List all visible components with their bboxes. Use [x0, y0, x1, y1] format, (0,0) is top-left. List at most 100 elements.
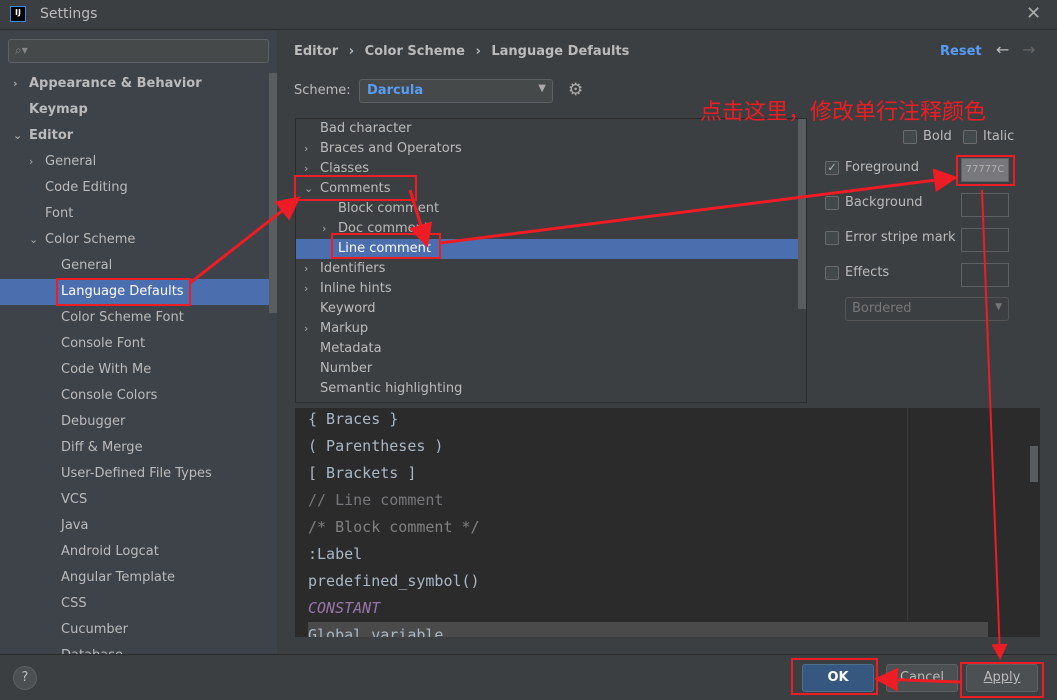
sidebar-item-label: User-Defined File Types	[61, 466, 212, 481]
effects-color-swatch[interactable]	[961, 263, 1009, 287]
tree-item[interactable]: › Inline hints	[296, 279, 806, 299]
tree-item-label: Metadata	[320, 341, 382, 356]
code-preview[interactable]: { Braces } ( Parentheses ) [ Brackets ] // …	[295, 408, 1040, 637]
sidebar-item[interactable]: Cucumber	[0, 617, 269, 643]
preview-line: /* Block comment */	[308, 518, 480, 536]
sidebar-item-label: VCS	[61, 492, 88, 507]
chevron-right-icon[interactable]: ›	[304, 259, 308, 279]
dialog-footer: ? OK Cancel Apply	[0, 654, 1057, 700]
sidebar-item[interactable]: User-Defined File Types	[0, 461, 269, 487]
sidebar-item[interactable]: Color Scheme Font	[0, 305, 269, 331]
back-arrow-icon[interactable]: ←	[996, 40, 1009, 59]
title-bar: IJ Settings ✕	[0, 0, 1057, 30]
error-stripe-label: Error stripe mark	[845, 230, 956, 245]
chevron-right-icon[interactable]: ›	[304, 139, 308, 159]
tree-item[interactable]: › Doc comment	[296, 219, 806, 239]
tree-item-label: Line comment	[338, 241, 431, 256]
chevron-right-icon: ›	[475, 44, 481, 59]
breadcrumb-item[interactable]: Color Scheme	[365, 44, 465, 59]
sidebar-item[interactable]: CSS	[0, 591, 269, 617]
sidebar-item-label: General	[61, 258, 113, 273]
foreground-checkbox[interactable]: ✓	[825, 161, 839, 175]
sidebar-item[interactable]: Java	[0, 513, 269, 539]
close-icon[interactable]: ✕	[1026, 3, 1041, 24]
sidebar-item[interactable]: General	[0, 253, 269, 279]
tree-item-label: Semantic highlighting	[320, 381, 463, 396]
chevron-right-icon[interactable]: ›	[13, 71, 18, 97]
tree-item-label: Comments	[320, 181, 391, 196]
ok-button[interactable]: OK	[802, 664, 874, 692]
error-stripe-checkbox[interactable]	[825, 231, 839, 245]
chevron-right-icon[interactable]: ›	[304, 279, 308, 299]
chevron-down-icon[interactable]: ⌄	[29, 227, 38, 253]
sidebar-item[interactable]: Font	[0, 201, 269, 227]
foreground-color-swatch[interactable]: 77777C	[961, 158, 1009, 182]
background-checkbox[interactable]	[825, 196, 839, 210]
tree-item[interactable]: › Markup	[296, 319, 806, 339]
preview-line: CONSTANT	[308, 599, 381, 617]
sidebar-item-label: Keymap	[29, 102, 88, 117]
sidebar-scrollbar[interactable]	[269, 73, 277, 313]
tree-scrollbar[interactable]	[798, 119, 806, 309]
tree-item[interactable]: › Braces and Operators	[296, 139, 806, 159]
tree-item-label: Block comment	[338, 201, 440, 216]
chevron-down-icon[interactable]: ⌄	[304, 179, 313, 199]
tree-item[interactable]: › Identifiers	[296, 259, 806, 279]
sidebar-item-label: Cucumber	[61, 622, 128, 637]
bold-checkbox[interactable]	[903, 130, 917, 144]
tree-item[interactable]: Number	[296, 359, 806, 379]
sidebar-item-label: Language Defaults	[61, 284, 184, 299]
preview-scrollbar[interactable]	[1030, 446, 1038, 482]
sidebar-item[interactable]: Console Font	[0, 331, 269, 357]
tree-item[interactable]: ⌄ Comments	[296, 179, 806, 199]
chevron-right-icon[interactable]: ›	[304, 159, 308, 179]
sidebar-item[interactable]: › General	[0, 149, 269, 175]
background-color-swatch[interactable]	[961, 193, 1009, 217]
chevron-down-icon[interactable]: ⌄	[13, 123, 22, 149]
tree-item[interactable]: Line comment	[296, 239, 806, 259]
sidebar-item[interactable]: Debugger	[0, 409, 269, 435]
breadcrumb-item: Language Defaults	[491, 44, 630, 59]
sidebar-item[interactable]: Angular Template	[0, 565, 269, 591]
sidebar-item-label: Color Scheme Font	[61, 310, 184, 325]
scheme-label: Scheme:	[294, 83, 351, 98]
tree-item[interactable]: › Classes	[296, 159, 806, 179]
tree-item[interactable]: Keyword	[296, 299, 806, 319]
scheme-dropdown[interactable]: Darcula ▼	[359, 79, 553, 103]
sidebar-item[interactable]: Console Colors	[0, 383, 269, 409]
gear-icon[interactable]: ⚙	[568, 80, 583, 100]
tree-item[interactable]: Semantic highlighting	[296, 379, 806, 399]
chevron-right-icon[interactable]: ›	[29, 149, 33, 175]
sidebar-item[interactable]: ⌄ Editor	[0, 123, 269, 149]
effects-checkbox[interactable]	[825, 266, 839, 280]
effect-type-dropdown[interactable]: Bordered ▼	[845, 297, 1009, 321]
preview-line: // Line comment	[308, 491, 444, 509]
sidebar-item[interactable]: Database	[0, 643, 269, 654]
apply-button[interactable]: Apply	[966, 664, 1038, 692]
error-stripe-color-swatch[interactable]	[961, 228, 1009, 252]
sidebar-item[interactable]: Code Editing	[0, 175, 269, 201]
tree-item[interactable]: Block comment	[296, 199, 806, 219]
tree-item-label: Markup	[320, 321, 369, 336]
sidebar-item[interactable]: ⌄ Color Scheme	[0, 227, 269, 253]
sidebar-item[interactable]: Diff & Merge	[0, 435, 269, 461]
sidebar-item-label: Appearance & Behavior	[29, 76, 202, 91]
sidebar-item[interactable]: › Appearance & Behavior	[0, 71, 269, 97]
sidebar-item[interactable]: Keymap	[0, 97, 269, 123]
chevron-right-icon[interactable]: ›	[304, 319, 308, 339]
sidebar-item[interactable]: Code With Me	[0, 357, 269, 383]
sidebar-item[interactable]: Android Logcat	[0, 539, 269, 565]
sidebar-item[interactable]: Language Defaults	[0, 279, 269, 305]
tree-item[interactable]: Metadata	[296, 339, 806, 359]
italic-checkbox[interactable]	[963, 130, 977, 144]
forward-arrow-icon[interactable]: →	[1022, 40, 1035, 59]
cancel-button[interactable]: Cancel	[886, 664, 958, 692]
chevron-right-icon[interactable]: ›	[322, 219, 326, 239]
sidebar-item[interactable]: VCS	[0, 487, 269, 513]
chevron-right-icon: ›	[348, 44, 355, 59]
search-input[interactable]: ⌕▾	[8, 39, 269, 63]
search-icon: ⌕▾	[15, 43, 28, 57]
reset-link[interactable]: Reset	[940, 44, 982, 59]
help-button[interactable]: ?	[13, 666, 37, 690]
breadcrumb-item[interactable]: Editor	[294, 44, 338, 59]
